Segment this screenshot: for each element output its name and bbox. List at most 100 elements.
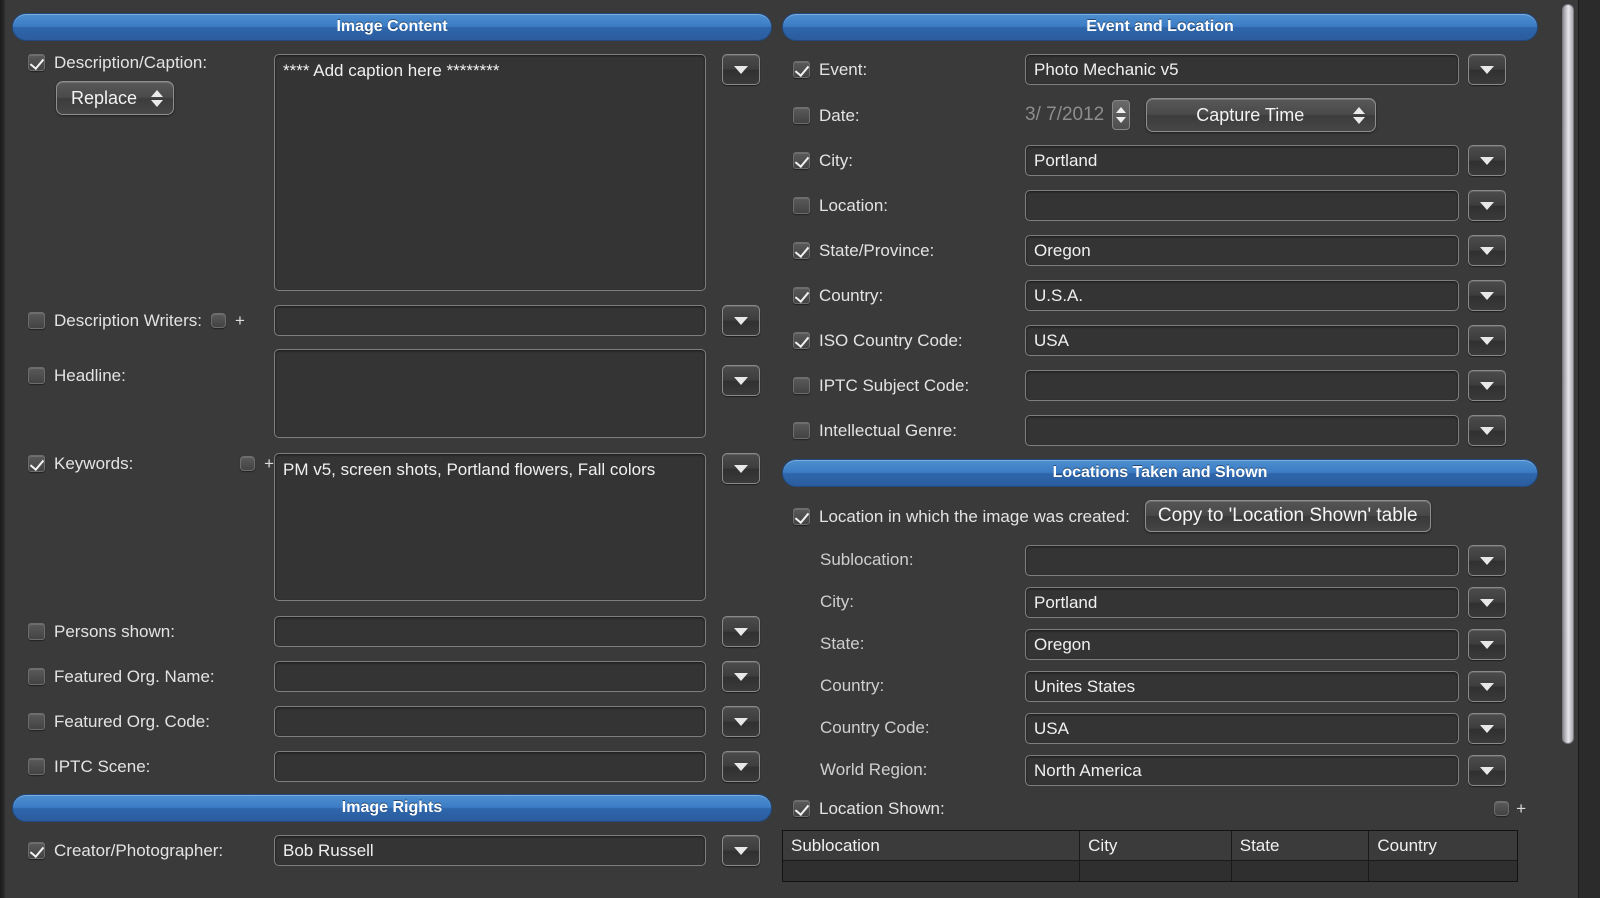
event-input[interactable]: Photo Mechanic v5 <box>1025 54 1459 85</box>
iso-country-code-checkbox[interactable] <box>793 332 810 349</box>
headline-dropdown-button[interactable] <box>722 365 760 396</box>
iptc-subject-code-checkbox[interactable] <box>793 377 810 394</box>
featured-org-name-dropdown-button[interactable] <box>722 661 760 692</box>
date-spinner-icon[interactable] <box>1112 100 1130 130</box>
iptc-subject-code-dropdown-button[interactable] <box>1468 370 1506 401</box>
iso-country-code-input[interactable]: USA <box>1025 325 1459 356</box>
date-stepper-field[interactable]: 3/ 7/2012 <box>1025 100 1130 130</box>
taken-country-input[interactable]: Unites States <box>1025 671 1459 702</box>
country-checkbox[interactable] <box>793 287 810 304</box>
state-province-input[interactable]: Oregon <box>1025 235 1459 266</box>
location-shown-label: Location Shown: <box>819 800 945 817</box>
chevron-down-icon <box>734 317 748 325</box>
location-shown-append-checkbox[interactable] <box>1494 801 1509 816</box>
sublocation-dropdown-button[interactable] <box>1468 545 1506 576</box>
table-row[interactable] <box>783 861 1517 881</box>
description-writers-append-checkbox[interactable] <box>211 313 226 328</box>
intellectual-genre-checkbox[interactable] <box>793 422 810 439</box>
iptc-scene-checkbox[interactable] <box>28 758 45 775</box>
iptc-scene-dropdown-button[interactable] <box>722 751 760 782</box>
city-dropdown-button[interactable] <box>1468 145 1506 176</box>
location-created-label: Location in which the image was created: <box>819 508 1130 525</box>
location-checkbox[interactable] <box>793 197 810 214</box>
iso-country-code-dropdown-button[interactable] <box>1468 325 1506 356</box>
right-panel: Event and Location Event: Photo Mechanic… <box>782 0 1538 882</box>
keywords-append-checkbox[interactable] <box>240 456 255 471</box>
location-shown-checkbox[interactable] <box>793 800 810 817</box>
event-label: Event: <box>819 61 867 78</box>
plus-icon: + <box>235 312 245 329</box>
featured-org-name-checkbox[interactable] <box>28 668 45 685</box>
description-checkbox[interactable] <box>28 54 45 71</box>
chevron-down-icon <box>734 718 748 726</box>
sublocation-label: Sublocation: <box>820 550 914 569</box>
section-header-locations-taken-shown: Locations Taken and Shown <box>782 459 1538 487</box>
copy-to-location-shown-button[interactable]: Copy to 'Location Shown' table <box>1145 500 1431 532</box>
featured-org-code-input[interactable] <box>274 706 706 737</box>
creator-checkbox[interactable] <box>28 842 45 859</box>
intellectual-genre-dropdown-button[interactable] <box>1468 415 1506 446</box>
description-mode-popup[interactable]: Replace <box>56 81 174 115</box>
city-checkbox[interactable] <box>793 152 810 169</box>
event-dropdown-button[interactable] <box>1468 54 1506 85</box>
description-textarea[interactable]: **** Add caption here ******** <box>274 54 706 291</box>
table-column-state[interactable]: State <box>1232 831 1370 860</box>
taken-city-input[interactable]: Portland <box>1025 587 1459 618</box>
table-column-city[interactable]: City <box>1080 831 1232 860</box>
taken-world-region-input[interactable]: North America <box>1025 755 1459 786</box>
featured-org-name-input[interactable] <box>274 661 706 692</box>
state-province-dropdown-button[interactable] <box>1468 235 1506 266</box>
creator-label: Creator/Photographer: <box>54 842 223 859</box>
creator-dropdown-button[interactable] <box>722 835 760 866</box>
intellectual-genre-input[interactable] <box>1025 415 1459 446</box>
persons-shown-input[interactable] <box>274 616 706 647</box>
state-province-checkbox[interactable] <box>793 242 810 259</box>
sublocation-input[interactable] <box>1025 545 1459 576</box>
headline-checkbox[interactable] <box>28 367 45 384</box>
date-checkbox[interactable] <box>793 107 810 124</box>
country-dropdown-button[interactable] <box>1468 280 1506 311</box>
taken-country-code-input[interactable]: USA <box>1025 713 1459 744</box>
table-column-country[interactable]: Country <box>1369 831 1517 860</box>
event-checkbox[interactable] <box>793 61 810 78</box>
taken-state-dropdown-button[interactable] <box>1468 629 1506 660</box>
description-dropdown-button[interactable] <box>722 54 760 85</box>
taken-country-dropdown-button[interactable] <box>1468 671 1506 702</box>
persons-shown-dropdown-button[interactable] <box>722 616 760 647</box>
location-input[interactable] <box>1025 190 1459 221</box>
taken-state-input[interactable]: Oregon <box>1025 629 1459 660</box>
description-writers-checkbox[interactable] <box>28 312 45 329</box>
date-source-popup[interactable]: Capture Time <box>1146 98 1376 132</box>
persons-shown-checkbox[interactable] <box>28 623 45 640</box>
location-created-checkbox[interactable] <box>793 508 810 525</box>
city-input[interactable]: Portland <box>1025 145 1459 176</box>
location-shown-table[interactable]: Sublocation City State Country <box>782 830 1518 882</box>
keywords-dropdown-button[interactable] <box>722 453 760 484</box>
featured-org-code-checkbox[interactable] <box>28 713 45 730</box>
chevron-down-icon <box>1480 427 1494 435</box>
taken-country-code-dropdown-button[interactable] <box>1468 713 1506 744</box>
headline-textarea[interactable] <box>274 349 706 438</box>
description-writers-input[interactable] <box>274 305 706 336</box>
taken-city-dropdown-button[interactable] <box>1468 587 1506 618</box>
iptc-scene-input[interactable] <box>274 751 706 782</box>
taken-world-region-dropdown-button[interactable] <box>1468 755 1506 786</box>
description-writers-dropdown-button[interactable] <box>722 305 760 336</box>
iptc-subject-code-input[interactable] <box>1025 370 1459 401</box>
location-dropdown-button[interactable] <box>1468 190 1506 221</box>
keywords-textarea[interactable]: PM v5, screen shots, Portland flowers, F… <box>274 453 706 601</box>
chevron-down-icon <box>1480 641 1494 649</box>
table-column-sublocation[interactable]: Sublocation <box>783 831 1080 860</box>
stepper-icon <box>1353 107 1365 124</box>
country-input[interactable]: U.S.A. <box>1025 280 1459 311</box>
chevron-down-icon <box>734 763 748 771</box>
chevron-down-icon <box>1480 292 1494 300</box>
chevron-down-icon <box>1480 66 1494 74</box>
featured-org-code-dropdown-button[interactable] <box>722 706 760 737</box>
vertical-scrollbar-thumb[interactable] <box>1562 4 1574 744</box>
keywords-checkbox[interactable] <box>28 455 45 472</box>
creator-input[interactable]: Bob Russell <box>274 835 706 866</box>
window-right-edge <box>1578 0 1600 898</box>
taken-country-code-label: Country Code: <box>820 718 930 737</box>
iso-country-code-label: ISO Country Code: <box>819 332 963 349</box>
